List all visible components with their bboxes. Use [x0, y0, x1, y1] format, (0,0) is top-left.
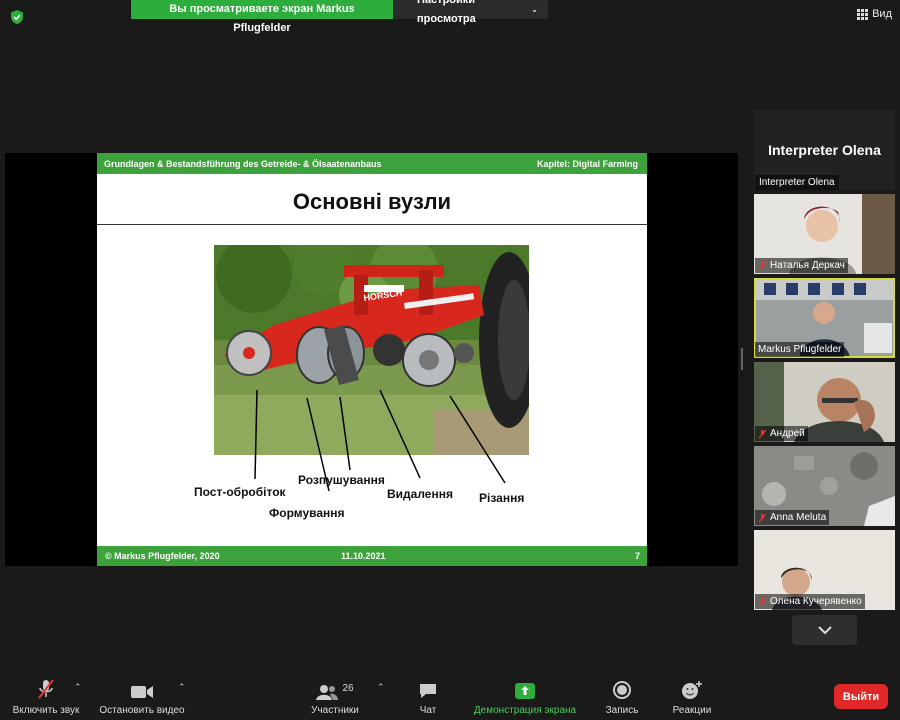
view-options-dropdown[interactable]: Настройки просмотра ⌄	[393, 0, 548, 25]
participant-tile[interactable]: Наталья Деркач	[754, 194, 895, 274]
participant-name-tag: Markus Pflugfelder	[755, 342, 845, 357]
share-screen-label: Демонстрация экрана	[473, 705, 577, 716]
participants-button[interactable]: 26 Участники	[304, 678, 366, 716]
unmute-label: Включить звук	[12, 705, 80, 716]
leave-meeting-button[interactable]: Выйти	[834, 684, 888, 709]
label-removal: Видалення	[387, 487, 453, 501]
zoom-meeting-window: Вы просматриваете экран Markus Pflugfeld…	[0, 0, 900, 720]
slide-footer-date: 11.10.2021	[341, 551, 386, 561]
participants-icon	[316, 685, 339, 700]
chat-label: Чат	[419, 705, 437, 716]
security-shield-icon[interactable]	[9, 9, 25, 25]
show-more-participants-button[interactable]	[792, 615, 857, 645]
slide-header-chapter: Kapitel: Digital Farming	[536, 158, 638, 169]
participants-count: 26	[342, 683, 354, 694]
video-camera-icon	[131, 686, 153, 698]
participant-tile[interactable]: Anna Meluta	[754, 446, 895, 526]
machine-photo: HORSCH	[214, 245, 529, 455]
slide-footer-author: © Markus Pflugfelder, 2020	[105, 551, 220, 561]
label-loosening: Розпушування	[298, 473, 385, 487]
label-forming: Формування	[269, 506, 345, 520]
participant-name: Markus Pflugfelder	[758, 344, 842, 355]
panel-resize-handle[interactable]	[741, 348, 743, 370]
mic-muted-icon	[758, 261, 767, 270]
mic-muted-icon	[758, 513, 767, 522]
participant-name: Андрей	[770, 428, 805, 439]
participant-name: Наталья Деркач	[770, 260, 845, 271]
record-button[interactable]: Запись	[602, 678, 642, 716]
slide-header-course: Grundlagen & Bestandsführung des Getreid…	[104, 158, 382, 169]
stop-video-button[interactable]: Остановить видео	[95, 678, 189, 716]
chat-button[interactable]: Чат	[409, 678, 447, 716]
slide-footer: © Markus Pflugfelder, 2020 11.10.2021 7	[97, 546, 647, 566]
participant-name: Олена Кучерявенко	[770, 596, 862, 607]
reactions-label: Реакции	[672, 705, 712, 716]
participant-name-tag: Андрей	[755, 426, 808, 441]
view-options-label: Настройки просмотра	[417, 0, 476, 25]
share-screen-button[interactable]: Демонстрация экрана	[468, 678, 582, 716]
screen-share-banner: Вы просматриваете экран Markus Pflugfeld…	[131, 0, 548, 34]
stop-video-label: Остановить видео	[99, 705, 185, 716]
slide-header: Grundlagen & Bestandsführung des Getreid…	[97, 153, 647, 174]
label-post-processing: Пост-обробіток	[194, 485, 286, 499]
mic-muted-icon	[38, 679, 54, 699]
reactions-button[interactable]: Реакции	[668, 678, 716, 716]
chevron-down-icon	[817, 625, 832, 634]
participant-name-tag: Anna Meluta	[755, 510, 830, 525]
chevron-down-icon: ⌄	[531, 5, 538, 14]
video-options-caret[interactable]: ⌃	[178, 682, 186, 693]
chat-bubble-icon	[420, 684, 436, 698]
record-icon	[613, 681, 631, 699]
share-banner-text: Вы просматриваете экран Markus Pflugfeld…	[131, 0, 393, 34]
mic-muted-icon	[758, 429, 767, 438]
mic-muted-icon	[758, 597, 767, 606]
interpreter-display-name: Interpreter Olena	[768, 142, 881, 158]
unmute-button[interactable]: Включить звук	[8, 678, 84, 716]
slide-page-number: 7	[634, 551, 640, 561]
participants-label: Участники	[311, 705, 359, 716]
record-label: Запись	[605, 705, 639, 716]
shared-screen: Grundlagen & Bestandsführung des Getreid…	[5, 153, 738, 566]
participant-name: Anna Meluta	[770, 512, 827, 523]
title-divider	[97, 224, 647, 225]
audio-options-caret[interactable]: ⌃	[74, 682, 82, 693]
smiley-add-icon	[682, 681, 702, 699]
participant-tile[interactable]: Андрей	[754, 362, 895, 442]
participants-options-caret[interactable]: ⌃	[377, 682, 385, 693]
presentation-slide: Grundlagen & Bestandsführung des Getreid…	[97, 153, 647, 566]
label-cutting: Різання	[479, 491, 525, 505]
share-screen-icon	[515, 683, 535, 699]
participant-name-tag: Наталья Деркач	[755, 258, 848, 273]
participant-name-tag: Олена Кучерявенко	[755, 594, 865, 609]
grid-view-icon	[857, 8, 869, 20]
machine-photo-illustration: HORSCH	[214, 245, 529, 455]
interpreter-name-label: Interpreter Olena	[755, 175, 839, 190]
slide-title: Основні вузли	[292, 189, 452, 214]
participant-tile[interactable]: Олена Кучерявенко	[754, 530, 895, 610]
view-button-label: Вид	[872, 8, 892, 20]
participant-tile-active-speaker[interactable]: Markus Pflugfelder	[754, 278, 895, 358]
participant-tile-interpreter[interactable]: Interpreter Olena Interpreter Olena	[754, 110, 895, 190]
view-button[interactable]: Вид	[857, 8, 892, 20]
